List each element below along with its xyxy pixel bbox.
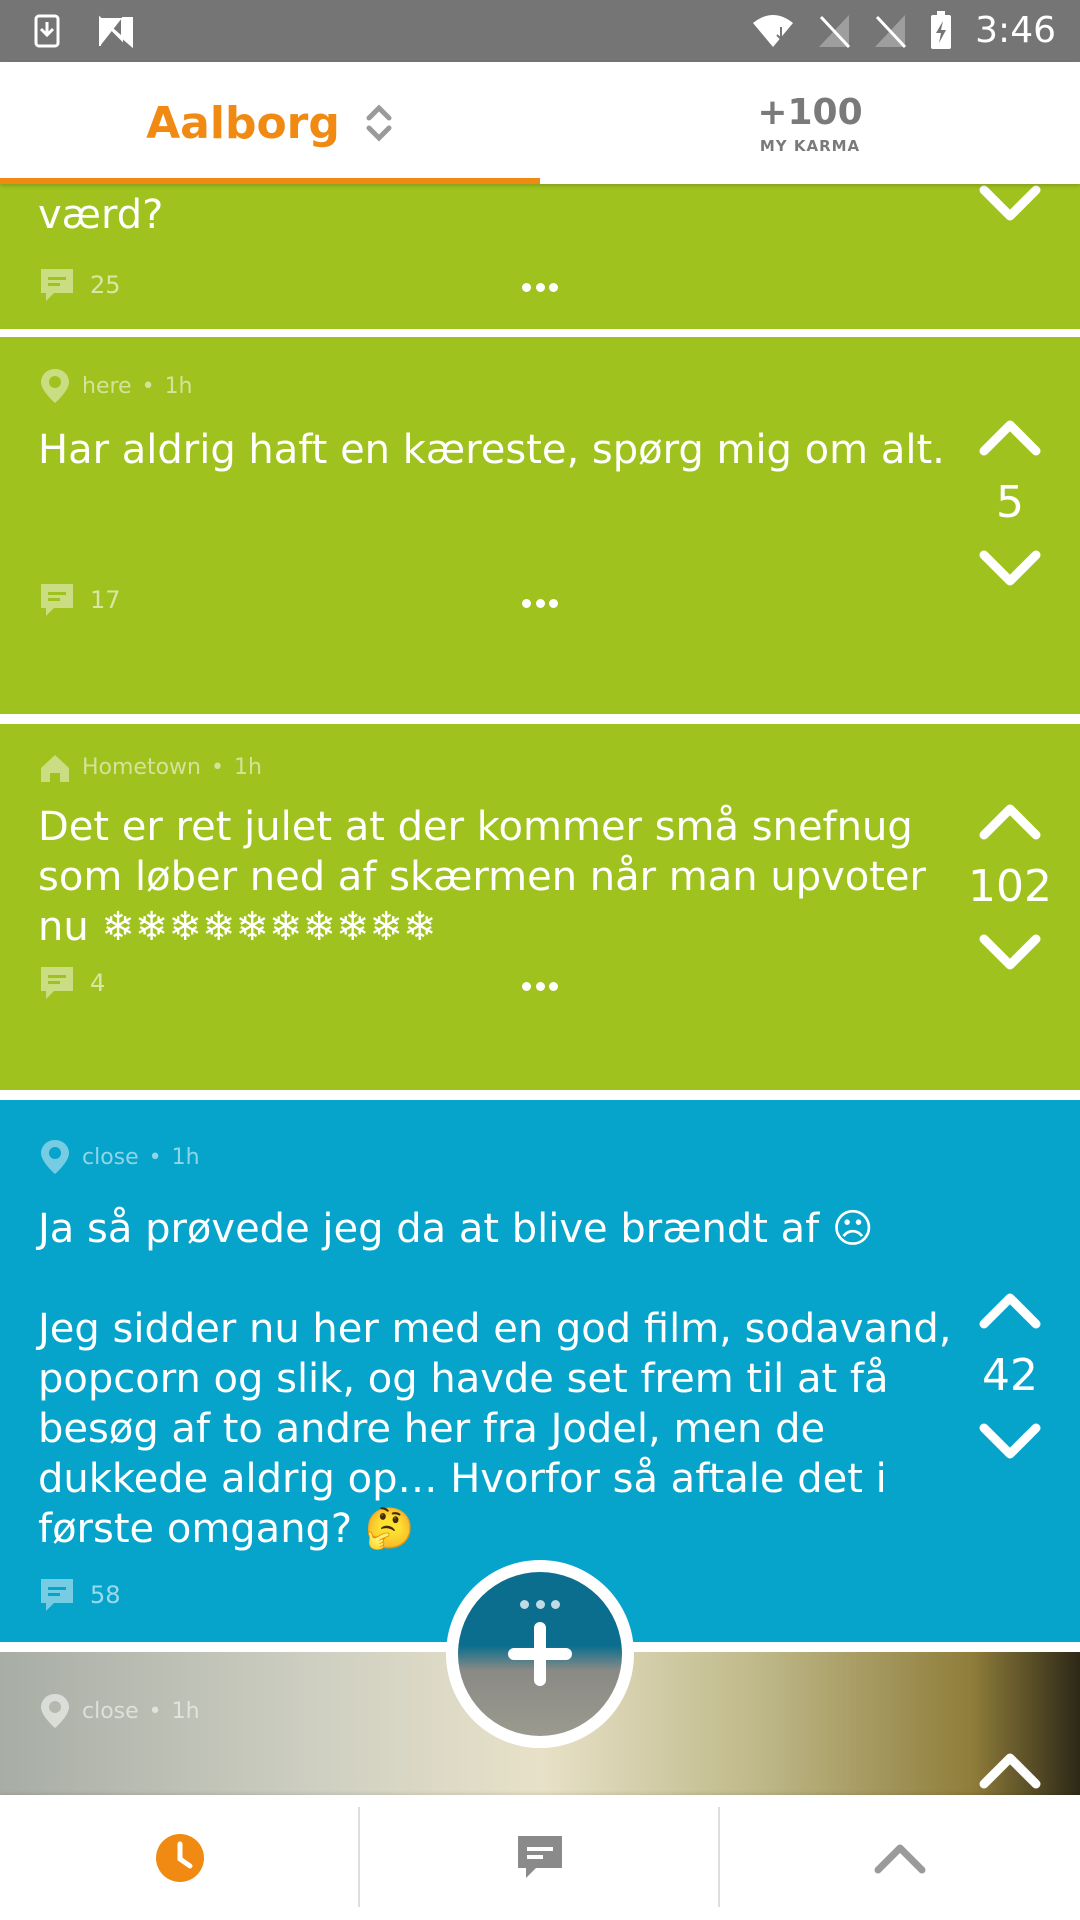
karma-label: MY KARMA	[759, 136, 861, 155]
downvote-button[interactable]	[978, 1422, 1042, 1462]
top-header: Aalborg +100 MY KARMA	[0, 62, 1080, 184]
post-time: 1h	[171, 1144, 200, 1170]
new-post-button[interactable]	[446, 1560, 634, 1748]
meta-separator: •	[148, 1698, 162, 1724]
chat-icon	[518, 1835, 562, 1878]
meta-separator: •	[141, 373, 155, 399]
comment-count: 25	[90, 271, 121, 299]
nav-comments[interactable]	[360, 1795, 720, 1920]
download-icon	[34, 14, 60, 48]
post-time: 1h	[164, 373, 193, 399]
fab-dots	[520, 1600, 560, 1610]
upvote-button[interactable]	[978, 1290, 1042, 1330]
downvote-button[interactable]	[978, 549, 1042, 589]
fab-body	[458, 1572, 622, 1736]
location-name: Aalborg	[146, 97, 340, 149]
upvote-button[interactable]	[978, 417, 1042, 457]
location-pin-icon	[41, 1694, 69, 1728]
post-comments[interactable]: 17	[38, 581, 121, 619]
upvote-button[interactable]	[978, 1750, 1042, 1790]
n-logo-icon	[99, 15, 133, 48]
upvote-button[interactable]	[978, 801, 1042, 841]
vote-controls	[960, 184, 1060, 224]
meta-separator: •	[148, 1144, 162, 1170]
comment-count: 17	[90, 586, 121, 614]
home-icon	[41, 755, 69, 782]
more-options-button[interactable]	[522, 283, 558, 293]
battery-charging-icon	[931, 10, 952, 49]
status-bar: 3:46	[0, 0, 1080, 62]
nav-scroll-top[interactable]	[720, 1795, 1080, 1920]
nav-recent[interactable]	[0, 1795, 360, 1920]
plus-icon	[508, 1622, 572, 1686]
comment-icon	[41, 967, 73, 999]
post-meta: close • 1h	[38, 1138, 200, 1176]
no-signal-icon	[819, 14, 851, 48]
post-time: 1h	[233, 754, 262, 780]
post-text: Har aldrig haft en kæreste, spørg mig om…	[38, 427, 945, 473]
post-meta: close • 1h	[38, 1692, 200, 1730]
vote-controls	[960, 1750, 1060, 1790]
location-pin-icon	[41, 1140, 69, 1174]
vote-count: 42	[982, 1350, 1038, 1401]
post-card[interactable]: værd? 25	[0, 184, 1080, 329]
post-comments[interactable]: 58	[38, 1576, 121, 1614]
more-options-button[interactable]	[522, 982, 558, 992]
vote-count: 102	[968, 861, 1052, 912]
chevron-up-icon	[874, 1844, 926, 1873]
comment-icon	[41, 584, 73, 616]
post-comments[interactable]: 4	[38, 964, 105, 1002]
clock-icon	[156, 1833, 204, 1882]
post-location: close	[82, 1144, 139, 1170]
vote-count: 5	[996, 477, 1024, 528]
vote-controls: 102	[960, 801, 1060, 973]
bottom-navigation	[0, 1795, 1080, 1920]
wifi-icon	[753, 14, 794, 47]
post-meta: Hometown • 1h	[38, 748, 262, 786]
post-meta: here • 1h	[38, 367, 193, 405]
location-pin-icon	[41, 369, 69, 403]
tab-location[interactable]: Aalborg	[0, 62, 540, 184]
post-comments[interactable]: 25	[38, 266, 121, 304]
clock-time: 3:46	[975, 10, 1056, 51]
comment-icon	[41, 269, 73, 301]
post-location: here	[82, 373, 132, 399]
comment-count: 4	[90, 969, 106, 997]
post-time: 1h	[171, 1698, 200, 1724]
karma-value: +100	[757, 91, 863, 133]
active-tab-indicator	[0, 178, 540, 184]
chevron-up-down-icon	[366, 104, 392, 142]
post-card[interactable]: here • 1h Har aldrig haft en kæreste, sp…	[0, 337, 1080, 714]
vote-controls: 42	[960, 1290, 1060, 1462]
vote-controls: 5	[960, 417, 1060, 589]
comment-icon	[41, 1579, 73, 1611]
post-card[interactable]: Hometown • 1h Det er ret julet at der ko…	[0, 724, 1080, 1090]
more-options-button[interactable]	[522, 599, 558, 609]
no-sim-icon	[875, 14, 907, 48]
downvote-button[interactable]	[978, 184, 1042, 224]
downvote-button[interactable]	[978, 933, 1042, 973]
post-feed[interactable]: værd? 25 here • 1h Har aldrig haft en kæ…	[0, 184, 1080, 1795]
meta-separator: •	[211, 754, 224, 780]
comment-count: 58	[90, 1581, 121, 1609]
post-text: Det er ret julet at der kommer små snefn…	[38, 804, 939, 950]
post-location: Hometown	[82, 754, 201, 780]
post-text: værd?	[38, 192, 164, 238]
post-location: close	[82, 1698, 139, 1724]
tab-my-karma[interactable]: +100 MY KARMA	[540, 62, 1080, 184]
post-text: Ja så prøvede jeg da at blive brændt af …	[38, 1206, 952, 1552]
